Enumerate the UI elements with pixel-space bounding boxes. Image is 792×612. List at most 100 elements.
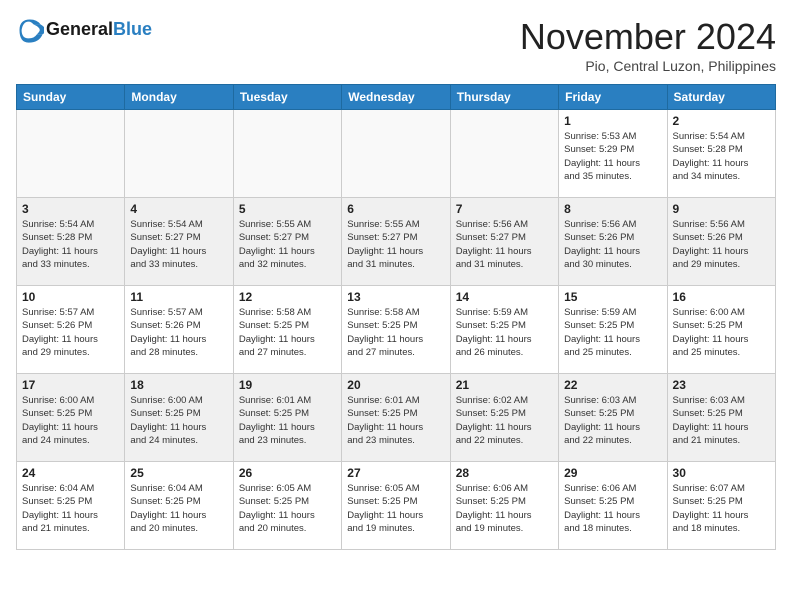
calendar-cell: 23 Sunrise: 6:03 AM Sunset: 5:25 PM Dayli…	[667, 374, 775, 462]
calendar-cell: 1Sunrise: 5:53 AM Sunset: 5:29 PM Daylig…	[559, 110, 667, 198]
day-info: Sunrise: 5:58 AM Sunset: 5:25 PM Dayligh…	[347, 306, 444, 359]
day-number: 29	[564, 466, 661, 480]
calendar-cell	[233, 110, 341, 198]
day-info: Sunrise: 6:03 AM Sunset: 5:25 PM Dayligh…	[564, 394, 661, 447]
calendar-cell: 8 Sunrise: 5:56 AM Sunset: 5:26 PM Daylig…	[559, 198, 667, 286]
day-number: 10	[22, 290, 119, 304]
day-number: 6	[347, 202, 444, 216]
day-number: 28	[456, 466, 553, 480]
calendar-cell	[342, 110, 450, 198]
day-number: 30	[673, 466, 770, 480]
day-info: Sunrise: 5:55 AM Sunset: 5:27 PM Dayligh…	[347, 218, 444, 271]
day-number: 13	[347, 290, 444, 304]
calendar-cell: 11Sunrise: 5:57 AM Sunset: 5:26 PM Dayli…	[125, 286, 233, 374]
day-number: 4	[130, 202, 227, 216]
month-title: November 2024	[520, 16, 776, 58]
day-info: Sunrise: 5:58 AM Sunset: 5:25 PM Dayligh…	[239, 306, 336, 359]
calendar-cell: 18 Sunrise: 6:00 AM Sunset: 5:25 PM Dayli…	[125, 374, 233, 462]
day-info: Sunrise: 5:59 AM Sunset: 5:25 PM Dayligh…	[456, 306, 553, 359]
calendar-cell: 3 Sunrise: 5:54 AM Sunset: 5:28 PM Daylig…	[17, 198, 125, 286]
day-info: Sunrise: 6:03 AM Sunset: 5:25 PM Dayligh…	[673, 394, 770, 447]
calendar-cell: 5 Sunrise: 5:55 AM Sunset: 5:27 PM Daylig…	[233, 198, 341, 286]
day-number: 5	[239, 202, 336, 216]
day-info: Sunrise: 6:01 AM Sunset: 5:25 PM Dayligh…	[347, 394, 444, 447]
day-number: 19	[239, 378, 336, 392]
calendar-cell: 30 Sunrise: 6:07 AM Sunset: 5:25 PM Dayli…	[667, 462, 775, 550]
logo: GeneralBlue	[16, 16, 152, 44]
day-number: 8	[564, 202, 661, 216]
day-info: Sunrise: 6:04 AM Sunset: 5:25 PM Dayligh…	[22, 482, 119, 535]
day-info: Sunrise: 5:59 AM Sunset: 5:25 PM Dayligh…	[564, 306, 661, 359]
day-info: Sunrise: 6:00 AM Sunset: 5:25 PM Dayligh…	[673, 306, 770, 359]
day-info: Sunrise: 6:00 AM Sunset: 5:25 PM Dayligh…	[22, 394, 119, 447]
day-number: 2	[673, 114, 770, 128]
calendar-cell: 16 Sunrise: 6:00 AM Sunset: 5:25 PM Dayli…	[667, 286, 775, 374]
calendar-cell: 27Sunrise: 6:05 AM Sunset: 5:25 PM Dayli…	[342, 462, 450, 550]
calendar-cell: 6 Sunrise: 5:55 AM Sunset: 5:27 PM Daylig…	[342, 198, 450, 286]
logo-text: GeneralBlue	[46, 20, 152, 40]
calendar-cell: 10 Sunrise: 5:57 AM Sunset: 5:26 PM Dayli…	[17, 286, 125, 374]
day-info: Sunrise: 6:06 AM Sunset: 5:25 PM Dayligh…	[564, 482, 661, 535]
day-number: 9	[673, 202, 770, 216]
weekday-header-friday: Friday	[559, 85, 667, 110]
day-number: 24	[22, 466, 119, 480]
day-info: Sunrise: 6:00 AM Sunset: 5:25 PM Dayligh…	[130, 394, 227, 447]
day-info: Sunrise: 5:56 AM Sunset: 5:26 PM Dayligh…	[673, 218, 770, 271]
calendar-cell: 15 Sunrise: 5:59 AM Sunset: 5:25 PM Dayli…	[559, 286, 667, 374]
day-info: Sunrise: 6:05 AM Sunset: 5:25 PM Dayligh…	[347, 482, 444, 535]
day-number: 16	[673, 290, 770, 304]
day-info: Sunrise: 5:54 AM Sunset: 5:28 PM Dayligh…	[22, 218, 119, 271]
day-info: Sunrise: 5:56 AM Sunset: 5:26 PM Dayligh…	[564, 218, 661, 271]
calendar-cell: 22 Sunrise: 6:03 AM Sunset: 5:25 PM Dayli…	[559, 374, 667, 462]
day-number: 18	[130, 378, 227, 392]
calendar-cell: 29 Sunrise: 6:06 AM Sunset: 5:25 PM Dayli…	[559, 462, 667, 550]
day-number: 20	[347, 378, 444, 392]
calendar-cell	[125, 110, 233, 198]
calendar-cell: 7Sunrise: 5:56 AM Sunset: 5:27 PM Daylig…	[450, 198, 558, 286]
day-info: Sunrise: 6:04 AM Sunset: 5:25 PM Dayligh…	[130, 482, 227, 535]
day-number: 7	[456, 202, 553, 216]
calendar-cell: 4Sunrise: 5:54 AM Sunset: 5:27 PM Daylig…	[125, 198, 233, 286]
weekday-header-tuesday: Tuesday	[233, 85, 341, 110]
calendar-cell: 13 Sunrise: 5:58 AM Sunset: 5:25 PM Dayli…	[342, 286, 450, 374]
day-info: Sunrise: 6:06 AM Sunset: 5:25 PM Dayligh…	[456, 482, 553, 535]
weekday-header-sunday: Sunday	[17, 85, 125, 110]
day-number: 23	[673, 378, 770, 392]
location: Pio, Central Luzon, Philippines	[520, 58, 776, 74]
day-number: 25	[130, 466, 227, 480]
day-info: Sunrise: 5:55 AM Sunset: 5:27 PM Dayligh…	[239, 218, 336, 271]
title-block: November 2024 Pio, Central Luzon, Philip…	[520, 16, 776, 74]
day-info: Sunrise: 6:02 AM Sunset: 5:25 PM Dayligh…	[456, 394, 553, 447]
calendar-cell: 20 Sunrise: 6:01 AM Sunset: 5:25 PM Dayli…	[342, 374, 450, 462]
calendar-cell: 14Sunrise: 5:59 AM Sunset: 5:25 PM Dayli…	[450, 286, 558, 374]
calendar-table: SundayMondayTuesdayWednesdayThursdayFrid…	[16, 84, 776, 550]
day-number: 22	[564, 378, 661, 392]
calendar-cell: 19 Sunrise: 6:01 AM Sunset: 5:25 PM Dayli…	[233, 374, 341, 462]
day-number: 15	[564, 290, 661, 304]
calendar-week-3: 10 Sunrise: 5:57 AM Sunset: 5:26 PM Dayli…	[17, 286, 776, 374]
logo-icon	[16, 16, 44, 44]
day-number: 3	[22, 202, 119, 216]
calendar-cell: 9 Sunrise: 5:56 AM Sunset: 5:26 PM Daylig…	[667, 198, 775, 286]
page-header: GeneralBlue November 2024 Pio, Central L…	[16, 16, 776, 74]
calendar-cell: 2 Sunrise: 5:54 AM Sunset: 5:28 PM Daylig…	[667, 110, 775, 198]
day-number: 11	[130, 290, 227, 304]
calendar-cell: 28 Sunrise: 6:06 AM Sunset: 5:25 PM Dayli…	[450, 462, 558, 550]
calendar-cell: 17 Sunrise: 6:00 AM Sunset: 5:25 PM Dayli…	[17, 374, 125, 462]
calendar-week-5: 24 Sunrise: 6:04 AM Sunset: 5:25 PM Dayli…	[17, 462, 776, 550]
calendar-week-4: 17 Sunrise: 6:00 AM Sunset: 5:25 PM Dayli…	[17, 374, 776, 462]
calendar-cell: 12Sunrise: 5:58 AM Sunset: 5:25 PM Dayli…	[233, 286, 341, 374]
weekday-header-saturday: Saturday	[667, 85, 775, 110]
calendar-cell: 21Sunrise: 6:02 AM Sunset: 5:25 PM Dayli…	[450, 374, 558, 462]
calendar-week-1: 1Sunrise: 5:53 AM Sunset: 5:29 PM Daylig…	[17, 110, 776, 198]
day-info: Sunrise: 5:54 AM Sunset: 5:28 PM Dayligh…	[673, 130, 770, 183]
weekday-header-monday: Monday	[125, 85, 233, 110]
day-number: 26	[239, 466, 336, 480]
day-info: Sunrise: 5:57 AM Sunset: 5:26 PM Dayligh…	[22, 306, 119, 359]
day-info: Sunrise: 6:07 AM Sunset: 5:25 PM Dayligh…	[673, 482, 770, 535]
calendar-week-2: 3 Sunrise: 5:54 AM Sunset: 5:28 PM Daylig…	[17, 198, 776, 286]
day-number: 17	[22, 378, 119, 392]
weekday-header-wednesday: Wednesday	[342, 85, 450, 110]
calendar-cell: 25 Sunrise: 6:04 AM Sunset: 5:25 PM Dayli…	[125, 462, 233, 550]
day-info: Sunrise: 6:01 AM Sunset: 5:25 PM Dayligh…	[239, 394, 336, 447]
